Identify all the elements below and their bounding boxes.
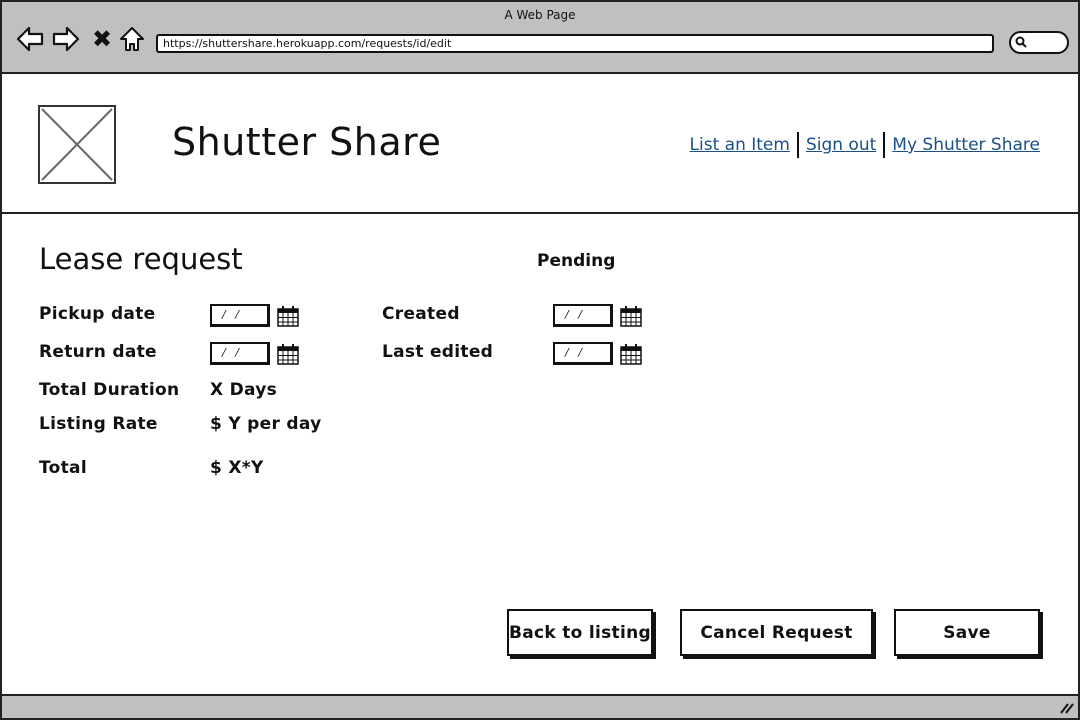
total-label: Total: [39, 458, 87, 478]
close-icon[interactable]: ✖: [90, 26, 114, 52]
image-placeholder-icon: [38, 105, 116, 184]
site-title: Shutter Share: [172, 120, 442, 164]
calendar-icon[interactable]: [619, 304, 643, 328]
browser-status-bar: [2, 694, 1078, 718]
browser-window: A Web Page ✖ https://shuttershare.heroku…: [0, 0, 1080, 720]
calendar-icon[interactable]: [276, 342, 300, 366]
page-title: Lease request: [39, 242, 243, 276]
total-duration-value: X Days: [210, 380, 278, 400]
return-date-input[interactable]: / /: [210, 342, 270, 365]
created-date-input[interactable]: / /: [553, 304, 613, 327]
resize-grip-icon[interactable]: [1058, 700, 1074, 714]
divider: [883, 132, 886, 158]
calendar-icon[interactable]: [276, 304, 300, 328]
created-label: Created: [382, 304, 460, 324]
back-to-listing-button[interactable]: Back to listing: [507, 609, 653, 656]
forward-arrow-icon[interactable]: [52, 26, 80, 52]
search-icon: [1015, 36, 1027, 48]
status-badge: Pending: [537, 251, 616, 271]
listing-rate-label: Listing Rate: [39, 414, 158, 434]
browser-search-input[interactable]: [1009, 31, 1069, 54]
cancel-request-button[interactable]: Cancel Request: [680, 609, 873, 656]
home-icon[interactable]: [118, 26, 146, 52]
save-button[interactable]: Save: [894, 609, 1040, 656]
last-edited-date-input[interactable]: / /: [553, 342, 613, 365]
top-nav: List an Item Sign out My Shutter Share: [690, 132, 1040, 158]
sign-out-link[interactable]: Sign out: [806, 135, 876, 155]
my-shutter-share-link[interactable]: My Shutter Share: [892, 135, 1040, 155]
list-item-link[interactable]: List an Item: [690, 135, 790, 155]
site-header: Shutter Share List an Item Sign out My S…: [2, 76, 1078, 214]
browser-toolbar: A Web Page ✖ https://shuttershare.heroku…: [2, 2, 1078, 74]
window-title: A Web Page: [504, 8, 576, 22]
divider: [796, 132, 799, 158]
url-input[interactable]: https://shuttershare.herokuapp.com/reque…: [156, 34, 994, 53]
listing-rate-value: $ Y per day: [210, 414, 322, 434]
pickup-date-input[interactable]: / /: [210, 304, 270, 327]
return-date-label: Return date: [39, 342, 157, 362]
last-edited-label: Last edited: [382, 342, 494, 362]
total-value: $ X*Y: [210, 458, 264, 478]
total-duration-label: Total Duration: [39, 380, 180, 400]
calendar-icon[interactable]: [619, 342, 643, 366]
back-arrow-icon[interactable]: [16, 26, 44, 52]
pickup-date-label: Pickup date: [39, 304, 156, 324]
